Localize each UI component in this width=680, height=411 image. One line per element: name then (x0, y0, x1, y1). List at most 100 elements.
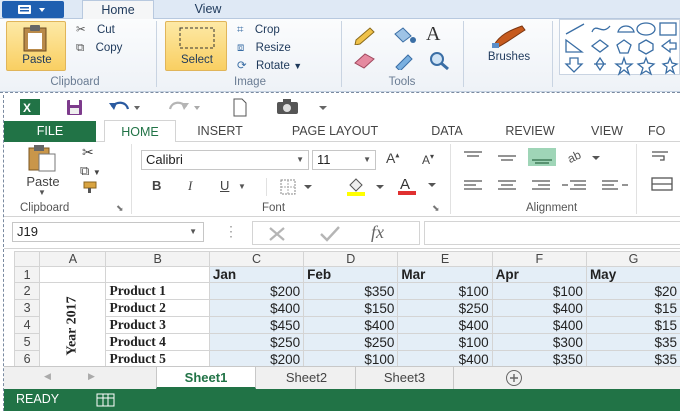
dialog-launcher-icon[interactable]: ⬊ (432, 203, 440, 214)
paint-cut-button[interactable]: ✂ Cut (76, 22, 115, 36)
eraser-icon[interactable] (350, 50, 380, 70)
new-document-icon[interactable] (232, 98, 248, 117)
copy-icon[interactable]: ⧉ ▼ (80, 163, 101, 179)
product-cell[interactable]: Product 3 (105, 316, 210, 334)
paint-paste-button[interactable]: Paste (6, 21, 66, 71)
dialog-launcher-icon[interactable]: ⬊ (116, 203, 124, 214)
cell[interactable] (39, 266, 107, 283)
save-icon[interactable] (66, 99, 84, 116)
add-sheet-icon[interactable] (504, 369, 524, 387)
value-cell[interactable]: $350 (303, 282, 399, 300)
horizontal-alignment-icons[interactable] (462, 178, 642, 194)
tab-file[interactable]: FILE (4, 121, 96, 142)
product-cell[interactable]: Product 1 (105, 282, 210, 300)
value-cell[interactable]: $400 (397, 350, 493, 366)
row-header[interactable]: 2 (13, 282, 41, 300)
tab-home[interactable]: HOME (104, 120, 176, 143)
value-cell[interactable]: $400 (208, 299, 305, 317)
paint-resize-button[interactable]: ⧈ Resize (237, 40, 291, 55)
column-header[interactable]: B (105, 251, 210, 267)
enter-check-icon[interactable] (319, 225, 341, 243)
magnifier-icon[interactable] (426, 50, 456, 70)
cancel-icon[interactable] (267, 225, 287, 243)
month-header-cell[interactable]: May (585, 266, 680, 283)
redo-icon[interactable] (168, 99, 202, 115)
value-cell[interactable]: $20 (585, 282, 680, 300)
value-cell[interactable]: $400 (303, 316, 399, 334)
text-tool-icon[interactable]: A (426, 23, 440, 46)
fill-bucket-icon[interactable] (388, 25, 418, 45)
row-header[interactable]: 5 (13, 333, 41, 351)
product-cell[interactable]: Product 5 (105, 350, 210, 366)
value-cell[interactable]: $15 (585, 299, 680, 317)
value-cell[interactable]: $100 (397, 282, 493, 300)
paint-rotate-button[interactable]: ⟳ Rotate ▼ (237, 58, 302, 72)
sheet-tab-2[interactable]: Sheet2 (258, 367, 356, 389)
value-cell[interactable]: $100 (397, 333, 493, 351)
name-box[interactable]: J19 ▼ (12, 222, 204, 242)
sheet-tab-1[interactable]: Sheet1 (156, 367, 256, 389)
column-header[interactable]: F (491, 251, 587, 267)
value-cell[interactable]: $200 (208, 350, 305, 366)
tab-format[interactable]: FO (648, 120, 680, 142)
column-header[interactable]: D (303, 251, 399, 267)
paint-shapes-gallery[interactable] (559, 19, 680, 76)
value-cell[interactable]: $35 (585, 350, 680, 366)
value-cell[interactable]: $100 (303, 350, 399, 366)
tab-page-layout[interactable]: PAGE LAYOUT (272, 120, 398, 142)
bold-button[interactable]: B (152, 178, 161, 193)
excel-paste-button[interactable]: Paste ▼ (18, 144, 68, 197)
scroll-left-icon[interactable]: ◀ (44, 371, 51, 382)
row-header[interactable]: 6 (13, 350, 41, 366)
row-header[interactable]: 4 (13, 316, 41, 334)
undo-icon[interactable] (108, 99, 142, 115)
select-all-corner[interactable] (13, 251, 41, 267)
paint-app-menu-button[interactable] (2, 1, 64, 18)
row-header[interactable]: 1 (13, 266, 41, 283)
month-header-cell[interactable]: Jan (208, 266, 305, 283)
value-cell[interactable]: $350 (491, 350, 587, 366)
value-cell[interactable]: $100 (491, 282, 587, 300)
font-name-select[interactable]: Calibri ▼ (141, 150, 309, 170)
customize-toolbar-icon[interactable] (318, 104, 328, 112)
month-header-cell[interactable]: Apr (491, 266, 587, 283)
vertical-alignment-icons[interactable]: ab (462, 148, 642, 168)
paint-select-button[interactable]: Select (165, 21, 227, 71)
value-cell[interactable]: $15 (585, 316, 680, 334)
increase-font-icon[interactable]: A▴ (386, 150, 399, 166)
value-cell[interactable]: $250 (208, 333, 305, 351)
value-cell[interactable]: $35 (585, 333, 680, 351)
tab-data[interactable]: DATA (414, 120, 480, 142)
value-cell[interactable]: $150 (303, 299, 399, 317)
page-layout-icon[interactable] (96, 393, 116, 407)
color-picker-icon[interactable] (388, 50, 418, 70)
formula-input[interactable] (424, 221, 680, 245)
tab-insert[interactable]: INSERT (184, 120, 256, 142)
cut-icon[interactable]: ✂ (82, 144, 94, 161)
month-header-cell[interactable]: Mar (397, 266, 493, 283)
sheet-tab-3[interactable]: Sheet3 (356, 367, 454, 389)
column-header[interactable]: A (39, 251, 107, 267)
cell[interactable] (105, 266, 210, 283)
product-cell[interactable]: Product 2 (105, 299, 210, 317)
insert-function-button[interactable]: fx (371, 222, 384, 243)
font-size-select[interactable]: 11 ▼ (312, 150, 376, 170)
italic-button[interactable]: I (188, 178, 192, 194)
borders-icon[interactable] (280, 179, 316, 195)
row-header[interactable]: 3 (13, 299, 41, 317)
decrease-font-icon[interactable]: A▾ (422, 152, 434, 167)
value-cell[interactable]: $400 (491, 316, 587, 334)
column-header[interactable]: C (208, 251, 305, 267)
value-cell[interactable]: $450 (208, 316, 305, 334)
format-painter-icon[interactable] (82, 180, 102, 194)
month-header-cell[interactable]: Feb (303, 266, 399, 283)
underline-button[interactable]: U (220, 178, 229, 193)
fill-color-icon[interactable] (344, 177, 388, 197)
column-header[interactable]: G (585, 251, 680, 267)
paint-tab-view[interactable]: View (168, 0, 248, 19)
value-cell[interactable]: $300 (491, 333, 587, 351)
pencil-icon[interactable] (350, 25, 380, 45)
paint-tab-home[interactable]: Home (82, 0, 154, 20)
value-cell[interactable]: $250 (397, 299, 493, 317)
value-cell[interactable]: $400 (491, 299, 587, 317)
